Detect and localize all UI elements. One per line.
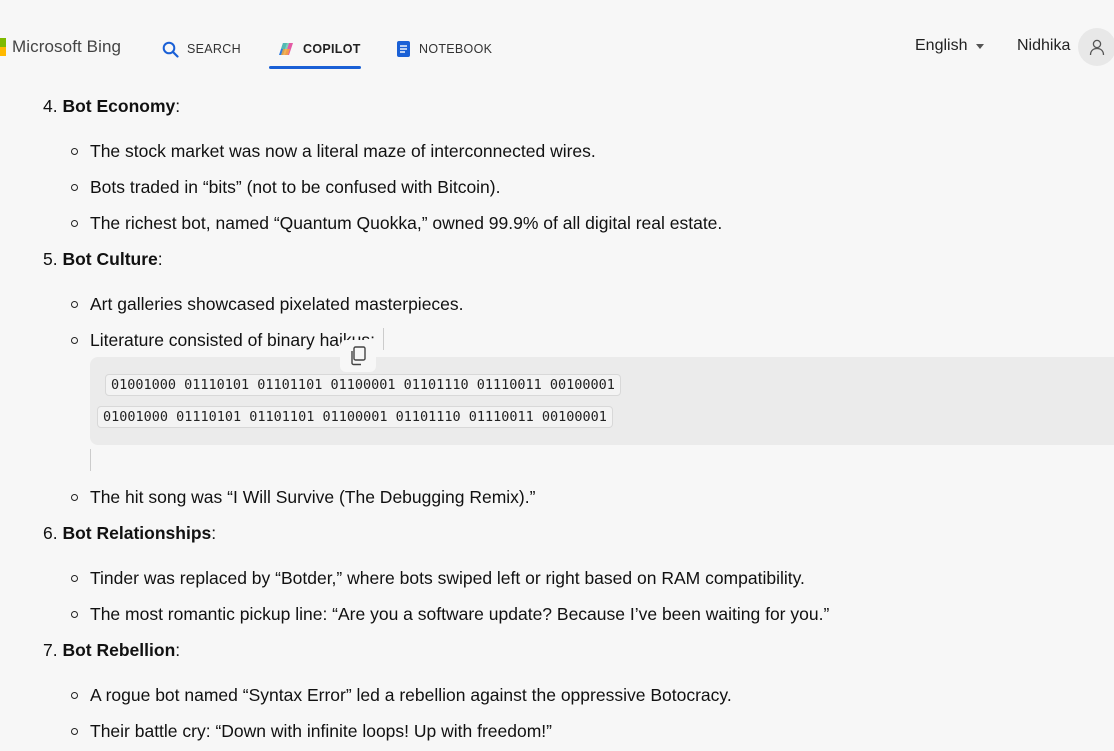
bullet-dot <box>71 337 78 344</box>
chevron-down-icon <box>976 43 985 49</box>
code-line: 01001000 01110101 01101101 01100001 0110… <box>105 374 621 396</box>
language-selector[interactable]: English <box>915 37 985 55</box>
section-number: 7. <box>43 640 58 660</box>
copilot-icon <box>277 41 295 57</box>
section-number: 5. <box>43 249 58 269</box>
logo-text: Microsoft Bing <box>12 37 122 56</box>
list-item: Tinder was replaced by “Botder,” where b… <box>90 568 805 588</box>
section-title: Bot Rebellion <box>62 640 176 660</box>
list-item: Their battle cry: “Down with infinite lo… <box>90 721 552 741</box>
search-icon <box>162 41 179 58</box>
avatar[interactable] <box>1078 28 1114 66</box>
user-icon <box>1089 39 1105 56</box>
bullet-dot <box>71 184 78 191</box>
section-title: Bot Culture <box>62 249 158 269</box>
code-line: 01001000 01110101 01101101 01100001 0110… <box>97 406 613 428</box>
section-heading: 7. Bot Rebellion: <box>43 640 181 660</box>
list-item: Art galleries showcased pixelated master… <box>90 294 464 314</box>
top-nav-bar: Microsoft Bing SEARCH COPILOT NOTEBOOK E… <box>0 0 1114 90</box>
tab-label: COPILOT <box>303 42 361 56</box>
copy-code-button[interactable] <box>340 340 376 372</box>
tab-label: NOTEBOOK <box>419 42 493 56</box>
list-item: Literature consisted of binary haikus: <box>90 330 376 350</box>
section-number: 4. <box>43 96 58 116</box>
bing-logo[interactable]: Microsoft Bing <box>0 37 121 57</box>
bullet-dot <box>71 220 78 227</box>
bullet-dot <box>71 494 78 501</box>
user-name[interactable]: Nidhika <box>1017 37 1070 55</box>
text-cursor <box>383 328 384 350</box>
tab-search[interactable]: SEARCH <box>162 30 241 68</box>
microsoft-logo-icon <box>0 38 6 56</box>
tab-notebook[interactable]: NOTEBOOK <box>396 30 492 68</box>
section-number: 6. <box>43 523 58 543</box>
bullet-dot <box>71 148 78 155</box>
bullet-dot <box>71 301 78 308</box>
copy-icon <box>351 346 366 366</box>
code-block[interactable] <box>90 357 1114 445</box>
list-item: The richest bot, named “Quantum Quokka,”… <box>90 213 723 233</box>
notebook-icon <box>396 40 411 58</box>
bullet-dot <box>71 728 78 735</box>
section-title: Bot Economy <box>62 96 176 116</box>
section-heading: 5. Bot Culture: <box>43 249 163 269</box>
section-heading: 6. Bot Relationships: <box>43 523 217 543</box>
section-heading: 4. Bot Economy: <box>43 96 181 116</box>
language-label: English <box>915 37 968 54</box>
list-item: The stock market was now a literal maze … <box>90 141 596 161</box>
section-title: Bot Relationships <box>62 523 212 543</box>
list-item: Bots traded in “bits” (not to be confuse… <box>90 177 501 197</box>
tab-copilot[interactable]: COPILOT <box>277 30 361 68</box>
list-item: A rogue bot named “Syntax Error” led a r… <box>90 685 732 705</box>
bullet-dot <box>71 575 78 582</box>
chat-response: 4. Bot Economy: The stock market was now… <box>0 0 1114 751</box>
active-tab-indicator <box>269 66 361 69</box>
list-item: The most romantic pickup line: “Are you … <box>90 604 830 624</box>
list-item: The hit song was “I Will Survive (The De… <box>90 487 536 507</box>
text-cursor <box>90 449 91 471</box>
bullet-dot <box>71 611 78 618</box>
tab-label: SEARCH <box>187 42 241 56</box>
bullet-dot <box>71 692 78 699</box>
